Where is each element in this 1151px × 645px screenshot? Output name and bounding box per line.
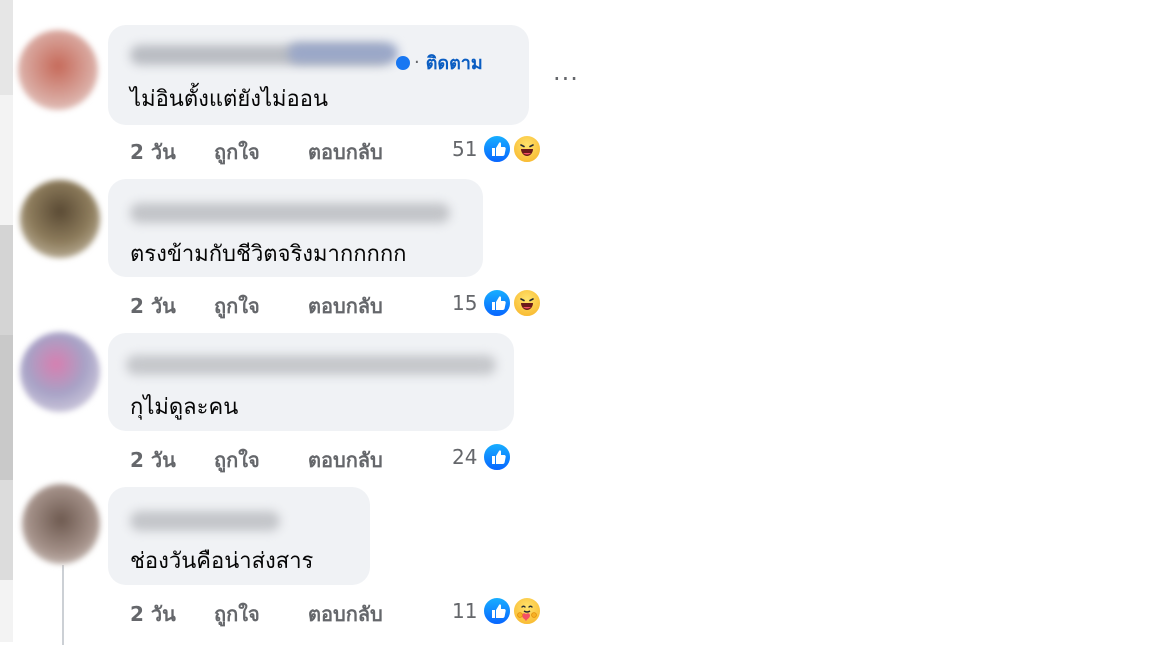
like-button[interactable]: ถูกใจ <box>214 444 260 476</box>
reaction-count[interactable]: 51 <box>452 137 477 161</box>
comment-text: ตรงข้ามกับชีวิตจริงมากกกกก <box>130 242 407 267</box>
commenter-avatar[interactable] <box>20 332 100 412</box>
comment-timestamp[interactable]: 2 วัน <box>130 598 176 630</box>
separator-dot: · <box>414 52 420 73</box>
comment-text: กุไม่ดูละคน <box>130 395 239 420</box>
more-options-button[interactable]: ... <box>553 58 579 86</box>
commenter-avatar[interactable] <box>22 484 100 564</box>
comment-item: ตรงข้ามกับชีวิตจริงมากกกกก 2 วัน ถูกใจ ต… <box>0 176 700 326</box>
care-icon[interactable] <box>512 596 542 626</box>
haha-icon[interactable] <box>512 288 542 318</box>
commenter-name-blurred[interactable] <box>130 511 280 531</box>
comment-item: กุไม่ดูละคน 2 วัน ถูกใจ ตอบกลับ 24 <box>0 330 700 480</box>
comment-actions: 2 วัน ถูกใจ ตอบกลับ 15 <box>130 288 550 318</box>
reply-button[interactable]: ตอบกลับ <box>308 444 383 476</box>
like-button[interactable]: ถูกใจ <box>214 136 260 168</box>
follow-label[interactable]: ติดตาม <box>426 48 483 77</box>
comment-text: ไม่อินตั้งแต่ยังไม่ออน <box>130 87 328 112</box>
reaction-count[interactable]: 15 <box>452 291 477 315</box>
like-button[interactable]: ถูกใจ <box>214 290 260 322</box>
commenter-name-blurred[interactable] <box>126 355 496 375</box>
like-icon[interactable] <box>482 288 512 318</box>
haha-icon[interactable] <box>512 134 542 164</box>
like-icon[interactable] <box>482 134 512 164</box>
comment-actions: 2 วัน ถูกใจ ตอบกลับ 51 <box>130 134 550 164</box>
reply-button[interactable]: ตอบกลับ <box>308 598 383 630</box>
comment-timestamp[interactable]: 2 วัน <box>130 444 176 476</box>
like-icon[interactable] <box>482 596 512 626</box>
follow-badge-icon <box>396 55 410 70</box>
comment-item: · ติดตาม ไม่อินตั้งแต่ยังไม่ออน ... 2 วั… <box>0 22 700 172</box>
commenter-name-blurred[interactable] <box>130 203 450 223</box>
comment-timestamp[interactable]: 2 วัน <box>130 290 176 322</box>
comment-bubble: · ติดตาม ไม่อินตั้งแต่ยังไม่ออน <box>108 25 529 125</box>
commenter-name-blurred-2 <box>288 43 398 63</box>
like-icon[interactable] <box>482 442 512 472</box>
reply-button[interactable]: ตอบกลับ <box>308 136 383 168</box>
reply-button[interactable]: ตอบกลับ <box>308 290 383 322</box>
commenter-avatar[interactable] <box>18 30 98 110</box>
comment-bubble: ช่องวันคือน่าส่งสาร <box>108 487 370 585</box>
comment-bubble: กุไม่ดูละคน <box>108 333 514 431</box>
comment-text: ช่องวันคือน่าส่งสาร <box>130 549 314 574</box>
like-button[interactable]: ถูกใจ <box>214 598 260 630</box>
comment-bubble: ตรงข้ามกับชีวิตจริงมากกกกก <box>108 179 483 277</box>
reaction-count[interactable]: 24 <box>452 445 477 469</box>
comment-actions: 2 วัน ถูกใจ ตอบกลับ 24 <box>130 442 550 472</box>
commenter-avatar[interactable] <box>20 180 100 258</box>
follow-link[interactable]: · ติดตาม <box>396 48 483 77</box>
comment-actions: 2 วัน ถูกใจ ตอบกลับ 11 <box>130 596 550 626</box>
comment-item: ช่องวันคือน่าส่งสาร 2 วัน ถูกใจ ตอบกลับ … <box>0 484 700 634</box>
reaction-count[interactable]: 11 <box>452 599 477 623</box>
comment-timestamp[interactable]: 2 วัน <box>130 136 176 168</box>
